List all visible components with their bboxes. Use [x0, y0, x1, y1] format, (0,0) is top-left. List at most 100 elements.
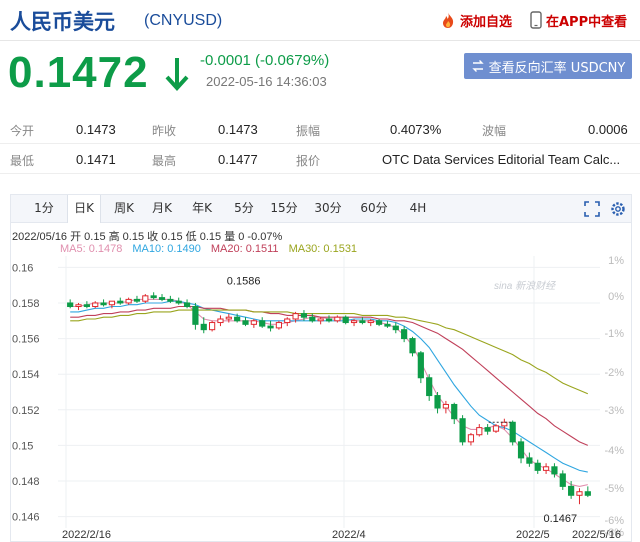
candle-body: [108, 300, 116, 306]
high-annotation: 0.1586: [227, 275, 261, 287]
candle-body: [300, 313, 308, 318]
candle-body: [409, 338, 416, 354]
candle-body: [192, 306, 199, 325]
candle-body: [484, 427, 491, 432]
candle-body: [133, 298, 141, 302]
y-tick-label: 0.152: [12, 405, 40, 417]
fullscreen-icon[interactable]: [583, 200, 601, 218]
swap-icon: [471, 60, 484, 72]
tab-7[interactable]: 30分: [311, 195, 345, 222]
tab-5[interactable]: 5分: [229, 195, 259, 222]
wave-value: 0.0006: [588, 122, 628, 137]
low-value: 0.1471: [76, 152, 116, 167]
x-tick-label: 2022/5: [516, 529, 550, 541]
tab-9[interactable]: 4H: [403, 195, 433, 222]
candle-body: [142, 295, 149, 302]
y-tick-label: 0.15: [12, 440, 33, 452]
candle-body: [451, 403, 458, 420]
y-right-tick-label: -4%: [604, 445, 624, 457]
candle-body: [576, 491, 583, 496]
candle-body: [392, 325, 399, 331]
candle-body: [526, 457, 533, 464]
reverse-rate-label: 查看反向汇率 USDCNY: [488, 60, 626, 76]
candle-body: [92, 302, 99, 308]
low-annotation: 0.1467: [543, 513, 577, 525]
candle-body: [417, 352, 424, 379]
prev-close-value: 0.1473: [218, 122, 258, 137]
candle-body: [167, 298, 174, 302]
open-in-app-button[interactable]: 在APP中查看: [530, 10, 627, 30]
tab-0[interactable]: 1分: [31, 195, 57, 222]
candle-body: [584, 491, 591, 496]
price-change: -0.0001 (-0.0679%): [200, 52, 330, 69]
tab-3[interactable]: 月K: [147, 195, 177, 222]
tab-8[interactable]: 60分: [357, 195, 391, 222]
candle-body: [517, 441, 525, 459]
candle-body: [117, 300, 124, 304]
y-tick-label: 0.158: [12, 298, 40, 310]
tab-1[interactable]: 日K: [67, 195, 101, 223]
candle-body: [359, 320, 366, 324]
quote-time: 2022-05-16 14:36:03: [206, 74, 327, 89]
candle-body: [158, 297, 166, 300]
candle-body: [375, 320, 383, 325]
candle-body: [342, 316, 349, 324]
candle-body: [242, 320, 249, 325]
candlestick-chart[interactable]: 0.16 0.158 0.156 0.154 0.152 0.15 0.148 0.146 1%…: [0, 254, 640, 542]
wave-label: 波幅: [482, 124, 507, 138]
candle-info: 2022/05/16 开 0.15 高 0.15 收 0.15 低 0.15 量…: [12, 231, 283, 243]
add-favorite-button[interactable]: 添加自选: [440, 10, 512, 30]
tab-6[interactable]: 15分: [267, 195, 301, 222]
open-label: 今开: [10, 124, 35, 138]
low-label: 最低: [10, 154, 35, 168]
y-tick-label: 0.154: [12, 369, 40, 381]
header-divider: [0, 40, 640, 41]
tab-2[interactable]: 周K: [109, 195, 139, 222]
candle-body: [367, 320, 374, 324]
amplitude-label: 振幅: [296, 124, 321, 138]
phone-icon: [530, 11, 542, 29]
y-right-tick-label: -3%: [604, 405, 624, 417]
y-tick-label: 0.16: [12, 262, 33, 274]
candle-body: [275, 322, 283, 329]
y-right-tick-label: -1%: [604, 328, 624, 340]
ma-line-ma5: [70, 298, 588, 487]
candle-body: [542, 466, 550, 471]
stats-row-1: 今开 0.1473 昨收 0.1473 振幅 0.4073% 波幅 0.0006: [0, 116, 640, 144]
candle-body: [309, 316, 316, 322]
y-right-tick-label: -5%: [604, 483, 624, 495]
candle-body: [325, 318, 333, 322]
candle-body: [100, 302, 107, 306]
candle-body: [259, 320, 266, 327]
candle-body: [384, 323, 391, 327]
candle-body: [459, 418, 466, 443]
ma-line-ma10: [70, 300, 588, 473]
y-right-tick-label: 1%: [608, 255, 624, 267]
x-tick-label: 2022/5/16: [572, 529, 621, 541]
tab-4[interactable]: 年K: [187, 195, 217, 222]
candle-body: [284, 318, 291, 324]
candle-body: [492, 425, 500, 432]
quote-source-value: OTC Data Services Editorial Team Calc...: [382, 152, 621, 167]
candle-body: [209, 322, 216, 331]
high-value: 0.1477: [218, 152, 258, 167]
candle-body: [434, 395, 441, 409]
y-tick-label: 0.156: [12, 334, 40, 346]
candle-body: [476, 427, 483, 436]
reverse-rate-button[interactable]: 查看反向汇率 USDCNY: [464, 53, 632, 79]
candle-body: [401, 329, 408, 340]
current-price: 0.1472: [8, 48, 149, 97]
candle-body: [125, 298, 132, 304]
candle-body: [150, 295, 157, 299]
candle-body: [83, 304, 90, 308]
candle-body: [225, 316, 232, 320]
open-in-app-label: 在APP中查看: [546, 14, 628, 30]
candle-body: [467, 434, 475, 443]
x-tick-label: 2022/4: [332, 529, 366, 541]
chart-tabs: 1分 日K 周K 月K 年K 5分 15分 30分 60分 4H: [11, 195, 631, 223]
candle-body: [67, 302, 74, 308]
candle-body: [75, 304, 82, 308]
settings-icon[interactable]: [609, 200, 627, 218]
candle-body: [175, 300, 182, 304]
prev-close-label: 昨收: [152, 124, 177, 138]
